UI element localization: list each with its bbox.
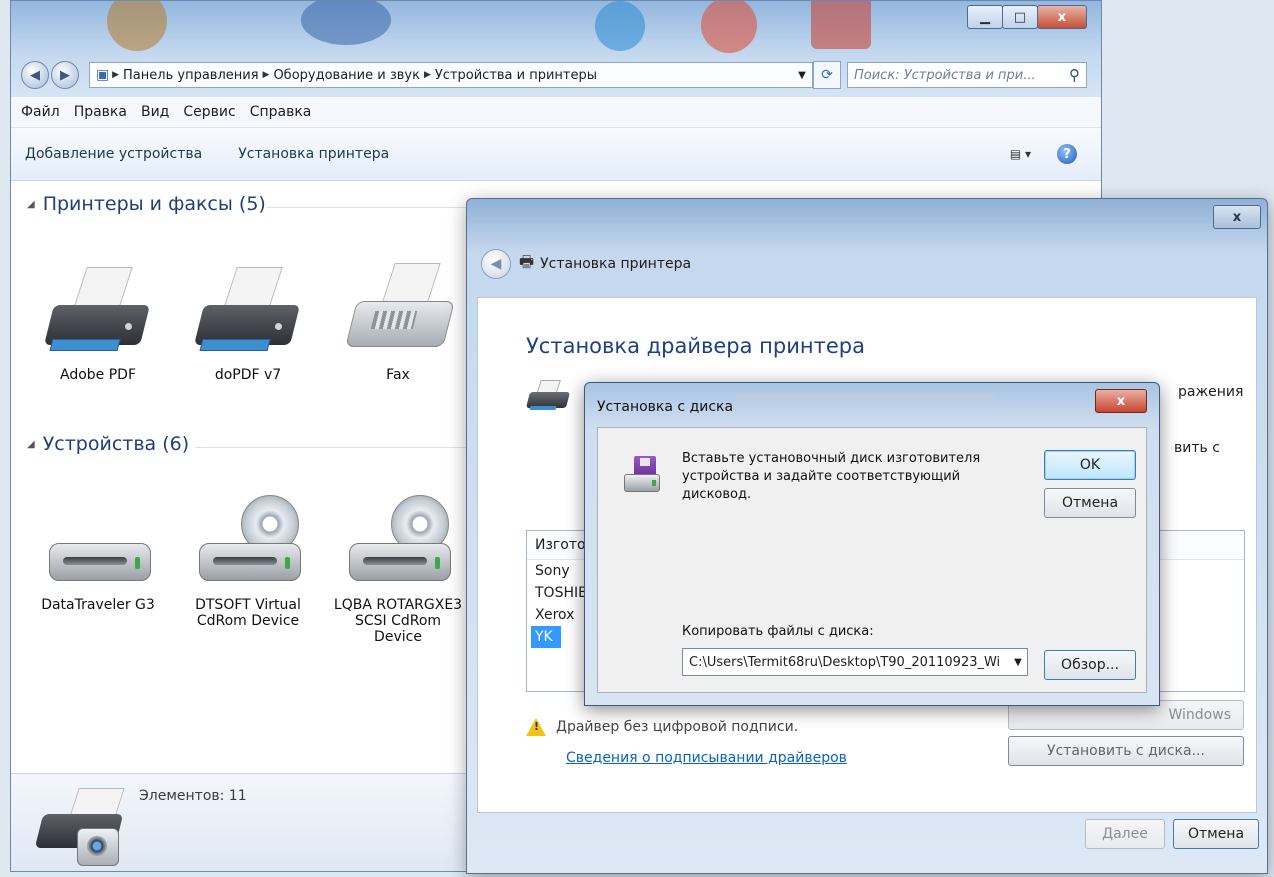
copy-from-label: Копировать файлы с диска: bbox=[682, 624, 874, 639]
item-count: Элементов: 11 bbox=[139, 788, 247, 804]
collapse-icon: ◢ bbox=[27, 198, 35, 210]
search-input[interactable]: Поиск: Устройства и при... ⚲ bbox=[847, 62, 1087, 88]
back-button[interactable]: ◀ bbox=[21, 61, 49, 89]
address-bar[interactable]: ▣ ▶ Панель управления ▶ Оборудование и з… bbox=[89, 62, 813, 88]
navigation-row: ◀ ▶ ▣ ▶ Панель управления ▶ Оборудование… bbox=[21, 59, 1087, 91]
maximize-button[interactable]: □ bbox=[1002, 5, 1038, 29]
dialog-message: Вставьте установочный диск изготовителя … bbox=[682, 451, 981, 502]
wizard-text-fragment: ражения bbox=[1178, 384, 1244, 400]
printer-icon bbox=[193, 261, 303, 361]
printer-small-icon: 🖶 bbox=[519, 251, 535, 271]
unsigned-driver-warning: Драйвер без цифровой подписи. bbox=[526, 718, 798, 736]
close-button[interactable]: x bbox=[1037, 5, 1087, 29]
search-icon[interactable]: ⚲ bbox=[1069, 66, 1080, 84]
floppy-disk-icon bbox=[624, 456, 662, 492]
manufacturer-item-selected[interactable]: YK bbox=[531, 626, 561, 648]
forward-button[interactable]: ▶ bbox=[51, 61, 79, 89]
devices-and-printers-icon bbox=[31, 784, 131, 871]
have-disk-button[interactable]: Установить с диска... bbox=[1008, 736, 1244, 766]
wizard-title: Установка принтера bbox=[540, 256, 692, 272]
device-lqba-cdrom[interactable]: LQBA ROTARGXE3 SCSI CdRom Device bbox=[333, 491, 463, 645]
dialog-title: Установка с диска bbox=[597, 399, 734, 415]
next-button[interactable]: Далее bbox=[1085, 819, 1165, 849]
wizard-cancel-button[interactable]: Отмена bbox=[1173, 819, 1259, 849]
printer-icon bbox=[43, 261, 153, 361]
devices-group-title[interactable]: ◢ Устройства (6) bbox=[27, 433, 189, 455]
menu-view[interactable]: Вид bbox=[141, 104, 169, 120]
chevron-down-icon[interactable]: ▼ bbox=[1009, 657, 1027, 668]
device-dopdf[interactable]: doPDF v7 bbox=[183, 261, 313, 383]
cdrom-icon bbox=[343, 491, 453, 591]
cdrom-icon bbox=[193, 491, 303, 591]
add-device-button[interactable]: Добавление устройства bbox=[25, 146, 202, 162]
caption-buttons: ▁ □ x bbox=[967, 5, 1087, 29]
back-arrow-icon[interactable]: ◀ bbox=[481, 249, 511, 279]
ok-button[interactable]: OK bbox=[1044, 450, 1136, 480]
group-divider bbox=[267, 207, 467, 208]
device-datatraveler[interactable]: DataTraveler G3 bbox=[33, 491, 163, 613]
menu-help[interactable]: Справка bbox=[250, 104, 312, 120]
view-options-icon[interactable]: ▤ ▾ bbox=[1010, 147, 1031, 161]
path-value: C:\Users\Termit68ru\Desktop\T90_20110923… bbox=[689, 654, 1001, 670]
menu-file[interactable]: Файл bbox=[21, 104, 60, 120]
wizard-text-fragment: вить с bbox=[1174, 440, 1220, 456]
address-dropdown-icon[interactable]: ▼ bbox=[792, 70, 812, 81]
fax-icon bbox=[343, 261, 455, 361]
printers-group-title[interactable]: ◢ Принтеры и факсы (5) bbox=[27, 193, 266, 215]
command-bar: Добавление устройства Установка принтера… bbox=[11, 128, 1101, 181]
minimize-button[interactable]: ▁ bbox=[967, 5, 1003, 29]
dialog-close-button[interactable]: x bbox=[1095, 389, 1147, 413]
obscured-text bbox=[735, 393, 995, 399]
drive-icon bbox=[43, 491, 153, 591]
warning-icon bbox=[526, 718, 546, 736]
group-divider bbox=[195, 447, 467, 448]
device-adobe-pdf[interactable]: Adobe PDF bbox=[33, 261, 163, 383]
wizard-heading: Установка драйвера принтера bbox=[526, 334, 865, 358]
menu-bar: Файл Правка Вид Сервис Справка bbox=[11, 97, 1101, 128]
help-icon[interactable]: ? bbox=[1057, 144, 1077, 164]
device-fax[interactable]: Fax bbox=[333, 261, 463, 383]
install-from-disk-dialog: Установка с диска x Вставьте установочны… bbox=[584, 382, 1160, 706]
dialog-cancel-button[interactable]: Отмена bbox=[1044, 488, 1136, 518]
dialog-content: Вставьте установочный диск изготовителя … bbox=[597, 427, 1147, 693]
browse-button[interactable]: Обзор... bbox=[1044, 650, 1136, 680]
device-dtsoft-cdrom[interactable]: DTSOFT Virtual CdRom Device bbox=[183, 491, 313, 629]
wizard-header: ◀ 🖶 Установка принтера bbox=[481, 249, 691, 279]
wizard-close-button[interactable]: x bbox=[1213, 205, 1261, 229]
window-titlebar: ▁ □ x ◀ ▶ ▣ ▶ Панель управления ▶ Оборуд… bbox=[11, 1, 1101, 97]
breadcrumb-devices-printers[interactable]: Устройства и принтеры bbox=[435, 68, 597, 83]
driver-signing-link[interactable]: Сведения о подписывании драйверов bbox=[566, 750, 847, 766]
menu-tools[interactable]: Сервис bbox=[183, 104, 235, 120]
breadcrumb-control-panel[interactable]: Панель управления bbox=[123, 68, 259, 83]
breadcrumb-hardware-sound[interactable]: Оборудование и звук bbox=[273, 68, 420, 83]
refresh-icon[interactable]: ⟳ bbox=[813, 61, 841, 89]
path-combobox[interactable]: C:\Users\Termit68ru\Desktop\T90_20110923… bbox=[682, 648, 1028, 676]
add-printer-button[interactable]: Установка принтера bbox=[238, 146, 389, 162]
menu-edit[interactable]: Правка bbox=[74, 104, 127, 120]
printer-icon bbox=[526, 380, 574, 420]
collapse-icon: ◢ bbox=[27, 438, 35, 450]
control-panel-icon: ▣ bbox=[96, 67, 110, 83]
